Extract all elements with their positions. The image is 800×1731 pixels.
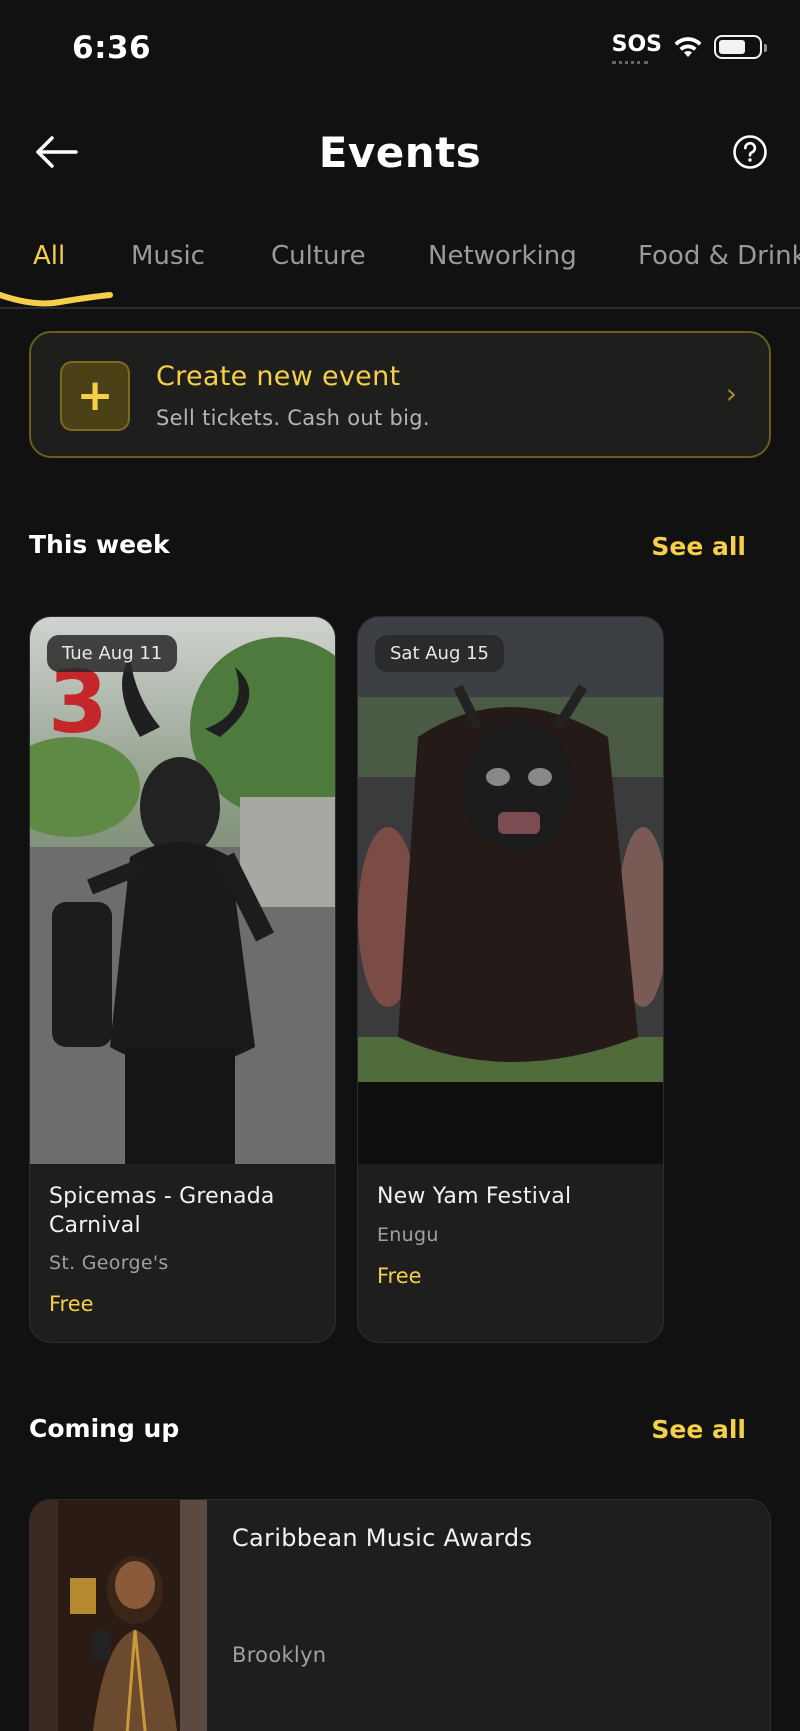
- category-tabs: All Music Culture Networking Food & Drin…: [0, 235, 800, 309]
- tab-all[interactable]: All: [33, 241, 65, 271]
- event-photo-carnival: 3: [30, 617, 335, 1164]
- plus-icon: +: [60, 361, 130, 431]
- header: Events: [0, 120, 800, 190]
- event-price: Free: [377, 1264, 422, 1288]
- event-card-new-yam[interactable]: Sat Aug 15 New Yam Festival Enugu Free: [357, 616, 664, 1343]
- tab-networking[interactable]: Networking: [428, 241, 577, 271]
- see-all-coming-up[interactable]: See all: [651, 1415, 746, 1444]
- event-image: 3 Tue Aug 11: [30, 617, 335, 1164]
- date-badge: Tue Aug 11: [47, 635, 178, 672]
- event-location: Enugu: [377, 1224, 439, 1246]
- section-title-coming-up: Coming up: [29, 1414, 180, 1443]
- battery-cap: [764, 43, 767, 52]
- event-card-spicemas[interactable]: 3 Tue Aug 11 Spicemas - Grenada Carnival…: [29, 616, 336, 1343]
- section-title-this-week: This week: [29, 530, 170, 559]
- tab-music[interactable]: Music: [131, 241, 205, 271]
- create-event-title: Create new event: [156, 361, 401, 392]
- question-circle-icon: [733, 135, 767, 169]
- chevron-right-icon: ›: [725, 377, 737, 410]
- carrier-label: SOS: [611, 32, 662, 64]
- create-event-subtitle: Sell tickets. Cash out big.: [156, 406, 430, 430]
- date-badge: Sat Aug 15: [375, 635, 505, 672]
- status-bar: 6:36 SOS: [0, 0, 800, 100]
- tab-culture[interactable]: Culture: [271, 241, 366, 271]
- battery-icon: [714, 34, 767, 59]
- event-price: Free: [49, 1292, 94, 1316]
- event-image: Sat Aug 15: [358, 617, 663, 1164]
- battery-level: [719, 39, 745, 54]
- page-title: Events: [318, 128, 482, 177]
- carrier-text: SOS: [611, 32, 662, 57]
- upcoming-event-location: Brooklyn: [232, 1643, 327, 1667]
- event-name: New Yam Festival: [377, 1184, 572, 1209]
- upcoming-event-card[interactable]: Caribbean Music Awards Brooklyn: [29, 1499, 771, 1731]
- tab-food-drink[interactable]: Food & Drink: [638, 241, 800, 271]
- event-name: Spicemas - Grenada Carnival: [49, 1184, 275, 1238]
- signal-dots: [611, 61, 648, 65]
- wifi-icon: [674, 36, 702, 57]
- event-image: [30, 1500, 207, 1731]
- status-time: 6:36: [72, 30, 152, 66]
- active-tab-indicator: [0, 292, 113, 307]
- upcoming-event-name: Caribbean Music Awards: [232, 1524, 533, 1552]
- help-button[interactable]: [732, 134, 768, 170]
- status-icons: SOS: [611, 32, 767, 64]
- event-location: St. George's: [49, 1252, 169, 1274]
- see-all-this-week[interactable]: See all: [651, 532, 746, 561]
- event-photo-awards: [30, 1500, 207, 1731]
- create-event-card[interactable]: + Create new event Sell tickets. Cash ou…: [29, 331, 771, 458]
- event-photo-masquerade: [358, 617, 663, 1164]
